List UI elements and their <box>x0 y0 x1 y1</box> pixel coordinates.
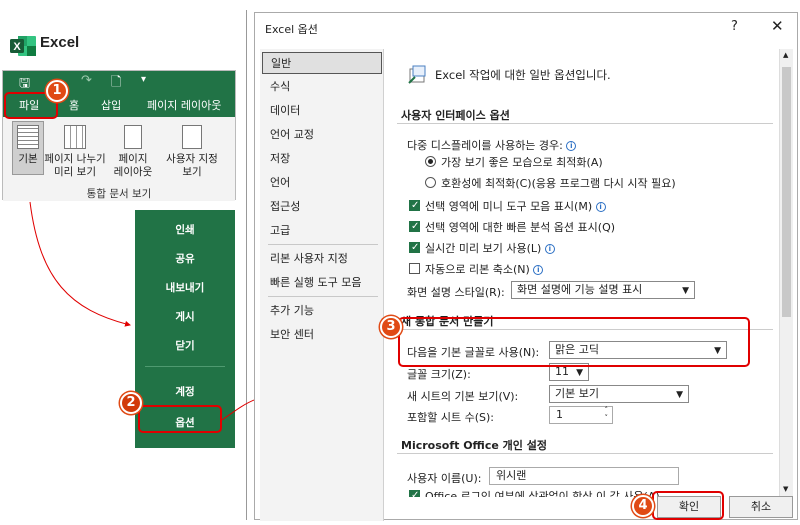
chk-mini-toolbar-label: 선택 영역에 미니 도구 모음 표시(M) i <box>425 198 606 214</box>
nav-separator <box>268 244 378 245</box>
nav-advanced[interactable]: 고급 <box>260 220 384 242</box>
callout-badge-4: 4 <box>632 495 654 517</box>
nav-data[interactable]: 데이터 <box>260 100 384 122</box>
chk-live-preview[interactable] <box>409 242 420 253</box>
info-icon: i <box>595 202 606 212</box>
nav-proofing[interactable]: 언어 교정 <box>260 124 384 146</box>
sheet-count-label: 포함할 시트 수(S): <box>407 411 494 424</box>
options-scrollbar[interactable]: ▲ ▼ <box>779 49 793 497</box>
options-nav: 일반 수식 데이터 언어 교정 저장 언어 접근성 고급 리본 사용자 지정 빠… <box>260 49 384 521</box>
screentip-value: 화면 설명에 기능 설명 표시 <box>517 283 643 296</box>
callout-box-ok <box>652 491 724 520</box>
nav-general[interactable]: 일반 <box>262 52 382 74</box>
chk-quick-analysis[interactable] <box>409 221 420 232</box>
chk-live-preview-label: 실시간 미리 보기 사용(L) i <box>425 240 555 256</box>
dialog-title: Excel 옵션 <box>265 23 318 36</box>
spin-icon[interactable]: ˄ ˅ <box>605 406 609 422</box>
info-icon: i <box>566 141 577 151</box>
font-size-label: 글꼴 크기(Z): <box>407 368 471 381</box>
nav-save[interactable]: 저장 <box>260 148 384 170</box>
chk-always-use-label: Office 로그인 여부에 상관없이 항상 이 값 사용(A) <box>425 490 660 497</box>
sheet-count-stepper[interactable]: 1 ˄ ˅ <box>549 406 613 424</box>
chevron-down-icon: ▼ <box>682 286 689 296</box>
nav-separator-2 <box>268 296 378 297</box>
scroll-up-icon[interactable]: ▲ <box>783 51 788 59</box>
close-icon[interactable]: ✕ <box>771 17 784 35</box>
nav-quick-access[interactable]: 빠른 실행 도구 모음 <box>260 272 384 294</box>
chevron-down-icon: ▼ <box>576 368 583 378</box>
chk-quick-analysis-label: 선택 영역에 대한 빠른 분석 옵션 표시(Q) <box>425 221 616 234</box>
default-view-dropdown[interactable]: 기본 보기 ▼ <box>549 385 689 403</box>
screentip-label: 화면 설명 스타일(R): <box>407 286 505 299</box>
sheet-count-value: 1 <box>556 408 563 421</box>
options-content: Excel 작업에 대한 일반 옵션입니다. 사용자 인터페이스 옵션 다중 디… <box>389 49 779 497</box>
nav-language[interactable]: 언어 <box>260 172 384 194</box>
default-view-value: 기본 보기 <box>555 387 599 400</box>
excel-options-dialog: Excel 옵션 ? ✕ 일반 수식 데이터 언어 교정 저장 언어 접근성 고… <box>254 12 798 521</box>
radio-optimize-label: 가장 보기 좋은 모습으로 최적화(A) <box>441 156 603 169</box>
nav-formulas[interactable]: 수식 <box>260 76 384 98</box>
chk-collapse-ribbon-text: 자동으로 리본 축소(N) <box>425 263 530 276</box>
chk-live-preview-text: 실시간 미리 보기 사용(L) <box>425 242 542 255</box>
radio-optimize[interactable] <box>425 156 436 167</box>
general-options-icon <box>407 63 429 85</box>
screentip-dropdown[interactable]: 화면 설명에 기능 설명 표시 ▼ <box>511 281 695 299</box>
multi-display-text: 다중 디스플레이를 사용하는 경우: <box>407 139 563 152</box>
nav-add-ins[interactable]: 추가 기능 <box>260 300 384 322</box>
chk-mini-toolbar-text: 선택 영역에 미니 도구 모음 표시(M) <box>425 200 593 213</box>
radio-compat[interactable] <box>425 177 436 188</box>
section-divider <box>397 123 773 124</box>
nav-customize-ribbon[interactable]: 리본 사용자 지정 <box>260 248 384 270</box>
chk-always-use[interactable] <box>409 490 420 497</box>
nav-trust-center[interactable]: 보안 센터 <box>260 324 384 346</box>
multi-display-label: 다중 디스플레이를 사용하는 경우: i <box>407 137 577 153</box>
ui-section-title: 사용자 인터페이스 옵션 <box>401 109 510 122</box>
username-label: 사용자 이름(U): <box>407 472 482 485</box>
nav-accessibility[interactable]: 접근성 <box>260 196 384 218</box>
scroll-down-icon[interactable]: ▼ <box>783 485 788 493</box>
info-icon: i <box>544 244 555 254</box>
chevron-down-icon: ▼ <box>676 390 683 400</box>
help-icon[interactable]: ? <box>731 19 738 34</box>
cancel-button[interactable]: 취소 <box>729 496 793 518</box>
username-input[interactable]: 위시랜 <box>489 467 679 485</box>
general-header-text: Excel 작업에 대한 일반 옵션입니다. <box>435 68 611 82</box>
chk-collapse-ribbon-label: 자동으로 리본 축소(N) i <box>425 261 544 277</box>
info-icon: i <box>533 265 544 275</box>
default-view-label: 새 시트의 기본 보기(V): <box>407 390 519 403</box>
chk-mini-toolbar[interactable] <box>409 200 420 211</box>
radio-compat-label: 호환성에 최적화(C)(응용 프로그램 다시 시작 필요) <box>441 177 676 190</box>
office-section-title: Microsoft Office 개인 설정 <box>401 439 547 452</box>
callout-box-font-settings <box>398 317 750 367</box>
scroll-thumb[interactable] <box>782 67 791 317</box>
chk-collapse-ribbon[interactable] <box>409 263 420 274</box>
section-divider <box>397 453 773 454</box>
callout-badge-3: 3 <box>380 316 402 338</box>
